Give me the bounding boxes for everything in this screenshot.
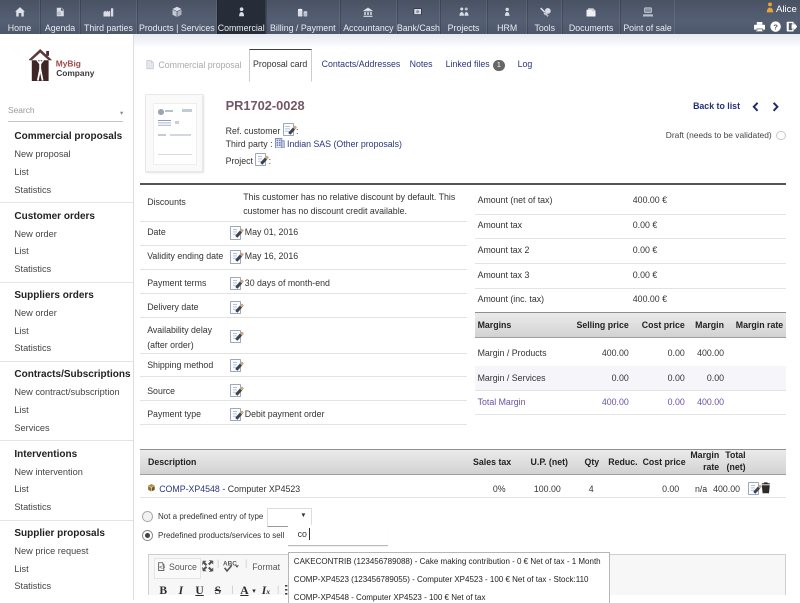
svg-text:Company: Company	[56, 68, 95, 78]
svg-text:<>: <>	[159, 565, 165, 571]
svg-text:?: ?	[773, 23, 778, 32]
